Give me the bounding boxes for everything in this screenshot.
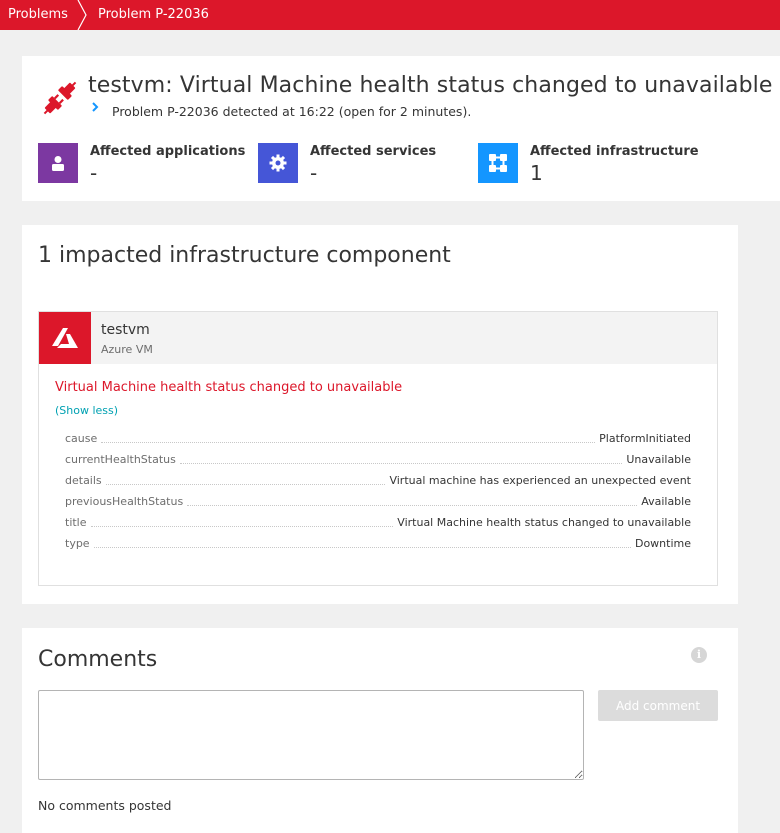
property-row: details Virtual machine has experienced …	[65, 470, 691, 491]
comments-card: Comments i Add comment No comments poste…	[22, 628, 738, 833]
azure-icon	[39, 312, 91, 364]
affected-applications-value: -	[90, 161, 98, 185]
services-gear-icon	[258, 143, 298, 183]
property-leader	[179, 463, 623, 464]
problem-detection-text: Problem P-22036 detected at 16:22 (open …	[112, 104, 472, 119]
comments-heading: Comments	[38, 647, 158, 672]
add-comment-button[interactable]: Add comment	[598, 690, 718, 721]
affected-services[interactable]: Affected services -	[258, 143, 478, 185]
property-value: Downtime	[632, 537, 691, 550]
component-name[interactable]: testvm	[101, 322, 150, 338]
affected-infrastructure[interactable]: Affected infrastructure 1	[478, 143, 728, 185]
no-comments-text: No comments posted	[38, 798, 172, 813]
applications-icon	[38, 143, 78, 183]
infrastructure-icon	[478, 143, 518, 183]
comment-input[interactable]	[38, 690, 584, 780]
affected-infrastructure-value: 1	[530, 161, 543, 185]
impacted-components-heading: 1 impacted infrastructure component	[38, 243, 451, 268]
property-leader	[187, 505, 638, 506]
property-leader	[105, 484, 386, 485]
component-type: Azure VM	[101, 343, 153, 356]
property-key: currentHealthStatus	[65, 453, 178, 466]
property-row: currentHealthStatus Unavailable	[65, 449, 691, 470]
property-value: Virtual Machine health status changed to…	[395, 516, 691, 529]
property-value: Unavailable	[624, 453, 691, 466]
affected-applications[interactable]: Affected applications -	[38, 143, 258, 185]
affected-applications-label: Affected applications	[90, 144, 246, 159]
page-title: testvm: Virtual Machine health status ch…	[88, 73, 773, 98]
impacted-infrastructure-card: 1 impacted infrastructure component test…	[22, 225, 738, 604]
property-value: Available	[639, 495, 691, 508]
property-key: details	[65, 474, 104, 487]
impacted-component: testvm Azure VM Virtual Machine health s…	[38, 311, 718, 586]
breadcrumb-separator-icon	[77, 0, 87, 30]
affected-services-value: -	[310, 161, 318, 185]
show-less-link[interactable]: (Show less)	[55, 404, 118, 417]
property-key: cause	[65, 432, 100, 445]
property-key: title	[65, 516, 89, 529]
problem-header-card: testvm: Virtual Machine health status ch…	[22, 56, 780, 201]
property-leader	[101, 442, 596, 443]
property-row: type Downtime	[65, 533, 691, 554]
property-row: title Virtual Machine health status chan…	[65, 512, 691, 533]
info-icon[interactable]: i	[691, 647, 707, 663]
property-row: previousHealthStatus Available	[65, 491, 691, 512]
property-row: cause PlatformInitiated	[65, 428, 691, 449]
property-value: PlatformInitiated	[597, 432, 691, 445]
breadcrumb: Problems Problem P-22036	[0, 0, 780, 30]
property-leader	[90, 526, 394, 527]
affected-infrastructure-label: Affected infrastructure	[530, 144, 699, 159]
chevron-right-icon[interactable]	[90, 100, 100, 114]
property-value: Virtual machine has experienced an unexp…	[387, 474, 691, 487]
unplugged-icon	[43, 81, 77, 115]
property-leader	[93, 547, 631, 548]
affected-services-label: Affected services	[310, 144, 437, 159]
breadcrumb-current-problem[interactable]: Problem P-22036	[98, 0, 209, 30]
event-properties: cause PlatformInitiated currentHealthSta…	[65, 428, 691, 554]
component-header[interactable]: testvm Azure VM	[39, 312, 717, 364]
breadcrumb-problems-link[interactable]: Problems	[8, 0, 68, 30]
property-key: type	[65, 537, 92, 550]
event-title: Virtual Machine health status changed to…	[55, 380, 403, 395]
property-key: previousHealthStatus	[65, 495, 186, 508]
